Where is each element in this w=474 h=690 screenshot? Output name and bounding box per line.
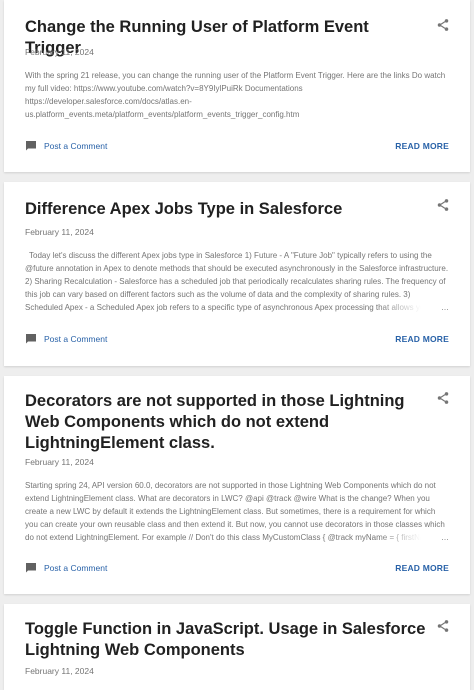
post-card: Change the Running User of Platform Even… [4, 0, 470, 172]
comment-icon [26, 141, 36, 151]
comment-label: Post a Comment [44, 141, 108, 151]
post-date: February 11, 2024 [25, 47, 94, 57]
post-card: Difference Apex Jobs Type in Salesforce … [4, 182, 470, 366]
post-date: February 11, 2024 [25, 457, 94, 467]
post-title[interactable]: Decorators are not supported in those Li… [25, 391, 426, 454]
share-icon[interactable] [436, 619, 450, 633]
post-title[interactable]: Difference Apex Jobs Type in Salesforce [25, 199, 426, 220]
post-card: Toggle Function in JavaScript. Usage in … [4, 604, 470, 690]
snippet-ellipsis: … [379, 301, 449, 314]
read-more-link[interactable]: READ MORE [395, 563, 449, 573]
post-snippet: With the spring 21 release, you can chan… [25, 71, 446, 119]
post-card: Decorators are not supported in those Li… [4, 376, 470, 594]
comment-label: Post a Comment [44, 563, 108, 573]
comment-icon [26, 563, 36, 573]
post-comment-link[interactable]: Post a Comment [25, 140, 107, 152]
post-title[interactable]: Toggle Function in JavaScript. Usage in … [25, 619, 426, 661]
read-more-link[interactable]: READ MORE [395, 141, 449, 151]
comment-label: Post a Comment [44, 334, 108, 344]
share-icon[interactable] [436, 18, 450, 32]
comment-icon [26, 334, 36, 344]
post-date: February 11, 2024 [25, 227, 94, 237]
read-more-link[interactable]: READ MORE [395, 334, 449, 344]
share-icon[interactable] [436, 391, 450, 405]
post-comment-link[interactable]: Post a Comment [25, 562, 107, 574]
post-feed: Change the Running User of Platform Even… [0, 0, 474, 690]
share-icon[interactable] [436, 198, 450, 212]
post-date: February 11, 2024 [25, 666, 94, 676]
post-comment-link[interactable]: Post a Comment [25, 333, 107, 345]
snippet-ellipsis: … [379, 531, 449, 544]
